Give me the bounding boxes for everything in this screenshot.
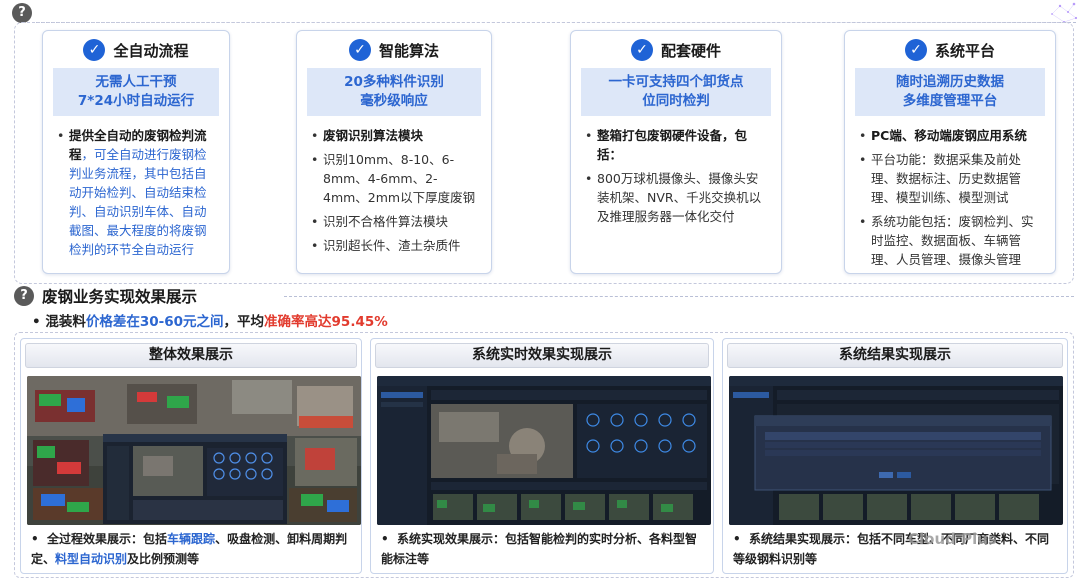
bullet-bold-text: 整箱打包废钢硬件设备，包括： [597,128,748,162]
check-icon: ✓ [630,39,653,61]
stat-price-range: 价格差在30-60元之间 [85,314,224,330]
bullet-bold-text: 废钢识别算法模块 [323,128,424,143]
panel-bullet: • [733,532,750,546]
stat-prefix: 混装料 [45,314,86,330]
bullet-text: 平台功能：数据采集及前处理、数据标注、历史数据管理、模型训练、模型测试 [871,152,1022,205]
bullet-text: 800万球机摄像头、摄像头安装机架、NVR、千兆交换机以及推理服务器一体化交付 [597,171,762,224]
bullet-item: 废钢识别算法模块 [311,126,479,145]
card-subtitle-line2: 位同时检判 [642,93,710,109]
card-subtitle: 随时追溯历史数据 多维度管理平台 [855,68,1045,116]
card-body: 整箱打包废钢硬件设备，包括： 800万球机摄像头、摄像头安装机架、NVR、千兆交… [585,126,769,226]
bullet-item: PC端、移动端废钢应用系统 [859,126,1043,145]
panel-description: • 系统实现效果展示：包括智能检判的实时分析、各料型智能标注等 [381,529,705,569]
card-header: ✓ 配套硬件 [571,35,781,65]
results-system-screenshot [729,376,1063,525]
card-subtitle: 一卡可支持四个卸货点 位同时检判 [581,68,771,116]
panel-text-part: 及比例预测等 [127,552,200,566]
feature-card-platform: ✓ 系统平台 随时追溯历史数据 多维度管理平台 PC端、移动端废钢应用系统 平台… [844,30,1056,274]
card-title: 全自动流程 [113,41,189,60]
panel-bullet: • [31,532,48,546]
bullet-item: 系统功能包括：废钢检判、实时监控、数据面板、车辆管理、人员管理、摄像头管理 [859,212,1043,269]
card-body: 废钢识别算法模块 识别10mm、8-10、6-8mm、4-6mm、2-4mm、2… [311,126,479,255]
card-subtitle-line1: 一卡可支持四个卸货点 [608,74,744,90]
panel-description: • 系统结果实现展示：包括不同车型、不同厂商类料、不同等级钢料识别等 [733,529,1059,569]
section-title: 废钢业务实现效果展示 [42,288,198,306]
showcase-panel-overall: 整体效果展示 • 全过程效果展示：包括车辆跟踪、吸盘检测、卸料周期判定、料型自动… [20,338,362,574]
bullet-item: 识别不合格件算法模块 [311,212,479,231]
check-icon: ✓ [904,39,927,61]
card-header: ✓ 智能算法 [297,35,491,65]
bullet-text: 识别不合格件算法模块 [323,214,449,229]
bullet-item: 提供全自动的废钢检判流程，可全自动进行废钢检判业务流程，其中包括自动开始检判、自… [57,126,217,259]
bullet-item: 识别10mm、8-10、6-8mm、4-6mm、2-4mm、2mm以下厚度废钢 [311,150,479,207]
section-divider [284,296,1074,297]
stat-line: • 混装料价格差在30-60元之间，平均准确率高达95.45% [32,310,388,330]
card-subtitle-line1: 20多种料件识别 [344,74,444,90]
bullet-item: 800万球机摄像头、摄像头安装机架、NVR、千兆交换机以及推理服务器一体化交付 [585,169,769,226]
realtime-system-screenshot [377,376,711,525]
panel-title: 系统结果实现展示 [727,343,1063,368]
check-icon: ✓ [348,39,371,61]
card-title: 配套硬件 [660,41,721,60]
panel-text-part: 系统结果实现展示：包括不同车型、不同厂商类料、不同等级钢料识别等 [733,532,1050,566]
panel-title: 系统实时效果实现展示 [375,343,709,368]
stat-accuracy: 准确率高达95.45% [264,314,388,330]
card-header: ✓ 系统平台 [845,35,1055,65]
panel-text-part: 系统实现效果展示：包括智能检判的实时分析、各料型智能标注等 [381,532,698,566]
stat-bullet: • [32,314,46,330]
panel-description: • 全过程效果展示：包括车辆跟踪、吸盘检测、卸料周期判定、料型自动识别及比例预测… [31,529,353,569]
bullet-item: 识别超长件、渣土杂质件 [311,236,479,255]
check-icon: ✓ [83,39,106,61]
showcase-panel-realtime: 系统实时效果实现展示 • 系统实现效果展示：包括智能检判的实时分析、各料型智能标… [370,338,714,574]
bullet-blue-text: ，可全自动进行废钢检判业务流程，其中包括自动开始检判、自动结束检判、自动识别车体… [69,147,207,257]
bullet-text: 识别超长件、渣土杂质件 [323,238,461,253]
feature-card-automation: ✓ 全自动流程 无需人工干预 7*24小时自动运行 提供全自动的废钢检判流程，可… [42,30,230,274]
panel-highlight-recognition: 料型自动识别 [55,552,128,566]
panel-text-part: 全过程效果展示：包括 [47,532,168,546]
card-subtitle-line1: 随时追溯历史数据 [896,74,1004,90]
panel-bullet: • [381,532,398,546]
panel-highlight-tracking: 车辆跟踪 [167,532,216,546]
bullet-text: 识别10mm、8-10、6-8mm、4-6mm、2-4mm、2mm以下厚度废钢 [323,152,476,205]
showcase-panel-results: 系统结果实现展示 • 系统结果实现展示：包括不同车型、不同厂商类料、不同等级钢料… [722,338,1068,574]
card-title: 智能算法 [378,41,439,60]
overall-effect-screenshot [27,376,361,525]
card-subtitle-line2: 7*24小时自动运行 [77,93,195,109]
bullet-item: 整箱打包废钢硬件设备，包括： [585,126,769,164]
watermark-logo: Cloud Plus [908,530,997,548]
card-subtitle-line2: 多维度管理平台 [902,93,998,109]
card-header: ✓ 全自动流程 [43,35,229,65]
card-subtitle-line2: 毫秒级响应 [360,93,428,109]
feature-card-hardware: ✓ 配套硬件 一卡可支持四个卸货点 位同时检判 整箱打包废钢硬件设备，包括： 8… [570,30,782,274]
bullet-bold-text: PC端、移动端废钢应用系统 [871,128,1027,143]
stat-mid: ，平均 [223,314,265,330]
panel-title: 整体效果展示 [25,343,357,368]
card-subtitle-line1: 无需人工干预 [95,74,177,90]
feature-card-algorithm: ✓ 智能算法 20多种料件识别 毫秒级响应 废钢识别算法模块 识别10mm、8-… [296,30,492,274]
card-subtitle: 无需人工干预 7*24小时自动运行 [53,68,219,116]
card-title: 系统平台 [934,41,995,60]
card-body: PC端、移动端废钢应用系统 平台功能：数据采集及前处理、数据标注、历史数据管理、… [859,126,1043,269]
bullet-item: 平台功能：数据采集及前处理、数据标注、历史数据管理、模型训练、模型测试 [859,150,1043,207]
card-body: 提供全自动的废钢检判流程，可全自动进行废钢检判业务流程，其中包括自动开始检判、自… [57,126,217,259]
question-icon: ? [12,3,32,23]
bullet-text: 系统功能包括：废钢检判、实时监控、数据面板、车辆管理、人员管理、摄像头管理 [871,214,1034,267]
question-icon: ? [14,286,34,306]
card-subtitle: 20多种料件识别 毫秒级响应 [307,68,481,116]
